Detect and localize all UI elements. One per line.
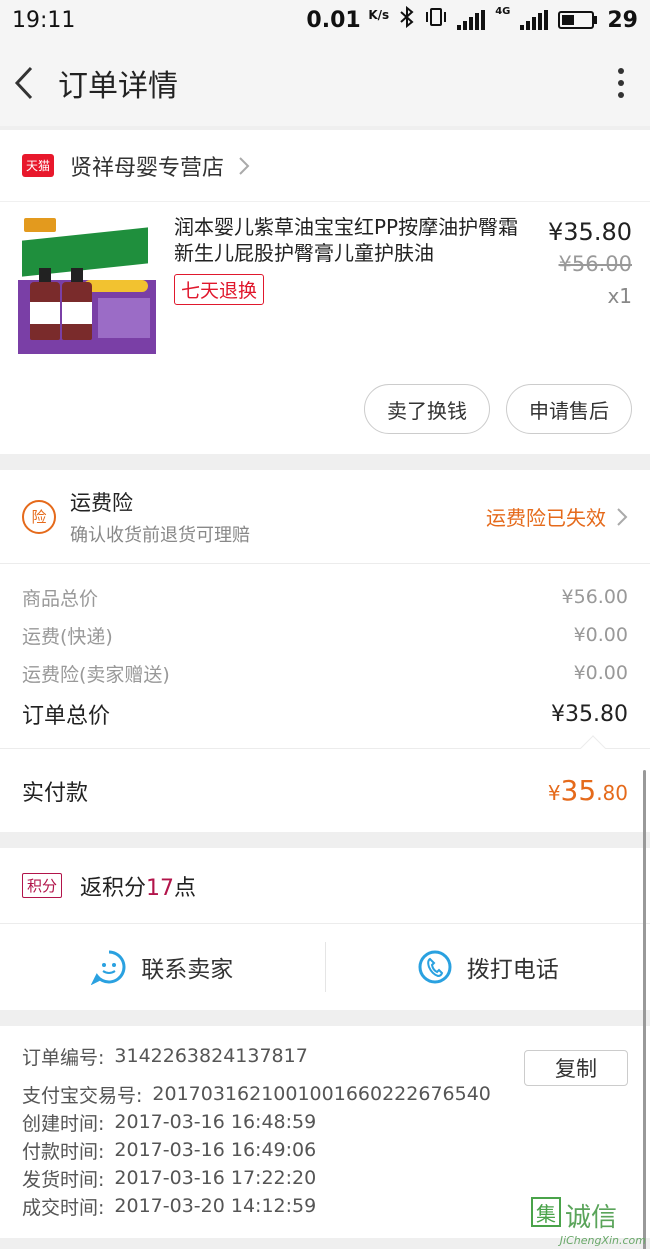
- status-icons: 0.01 K/s 4G 29: [306, 5, 638, 34]
- product-original-price: ¥56.00: [558, 252, 632, 276]
- points-badge: 积分: [22, 873, 63, 898]
- call-phone-label: 拨打电话: [466, 957, 559, 983]
- chevron-right-icon: [239, 156, 250, 175]
- price-card: 险 运费险 确认收货前退货可理赔 运费险已失效 商品总价 ¥56.00 运费(快…: [0, 470, 650, 832]
- watermark-logo: 集诚信 JiChengXin.com: [531, 1197, 646, 1247]
- insurance-subtitle: 确认收货前退货可理赔: [70, 524, 250, 546]
- signal-4g-icon: [520, 10, 549, 30]
- after-sale-button[interactable]: 申请售后: [506, 384, 632, 434]
- insurance-text: 运费险 确认收货前退货可理赔: [70, 487, 486, 547]
- insurance-status: 运费险已失效: [486, 506, 606, 530]
- product-image[interactable]: [18, 214, 156, 354]
- bluetooth-icon: [399, 5, 415, 34]
- paid-time-row: 付款时间: 2017-03-16 16:49:06: [22, 1139, 317, 1163]
- contact-seller-button[interactable]: 联系卖家: [0, 924, 325, 1010]
- product-quantity: x1: [607, 284, 632, 308]
- product-row[interactable]: 润本婴儿紫草油宝宝红PP按摩油护臀霜新生儿屁股护臀膏儿童护肤油 七天退换 ¥35…: [0, 202, 650, 364]
- signal-icon: [457, 10, 486, 30]
- shop-row[interactable]: 天猫 贤祥母婴专营店: [0, 130, 650, 202]
- contact-seller-label: 联系卖家: [141, 957, 234, 983]
- price-summary: 商品总价 ¥56.00 运费(快递) ¥0.00 运费险(卖家赠送) ¥0.00…: [0, 564, 650, 748]
- network-type-label: 4G: [495, 6, 511, 17]
- sell-button[interactable]: 卖了换钱: [364, 384, 490, 434]
- paid-label: 实付款: [22, 780, 89, 806]
- title-bar: 订单详情: [0, 40, 650, 126]
- points-contact-card: 积分 返积分17点 联系卖家 拨打电话: [0, 848, 650, 1010]
- order-item-card: 天猫 贤祥母婴专营店 润本婴儿紫草油宝宝红PP按摩油护臀霜新生儿屁股护臀膏儿童护…: [0, 130, 650, 454]
- order-total-label: 订单总价: [22, 704, 111, 729]
- points-row: 积分 返积分17点: [0, 848, 650, 924]
- order-number: 3142263824137817: [114, 1045, 308, 1067]
- contact-bar: 联系卖家 拨打电话: [0, 924, 650, 1010]
- insurance-title: 运费险: [70, 490, 133, 515]
- status-bar: 19:11 0.01 K/s 4G 29: [0, 0, 650, 40]
- summary-row: 运费险(卖家赠送) ¥0.00: [22, 662, 628, 686]
- copy-order-number-button[interactable]: 复制: [524, 1050, 628, 1086]
- product-price: ¥35.80: [548, 218, 632, 246]
- order-total-value: ¥35.80: [551, 701, 628, 727]
- paid-amount: ¥35.80: [547, 774, 628, 807]
- created-time-row: 创建时间: 2017-03-16 16:48:59: [22, 1111, 317, 1135]
- call-phone-button[interactable]: 拨打电话: [326, 924, 650, 1010]
- product-title: 润本婴儿紫草油宝宝红PP按摩油护臀霜新生儿屁股护臀膏儿童护肤油: [174, 215, 519, 265]
- back-button[interactable]: [14, 63, 44, 103]
- chevron-right-icon: [617, 507, 628, 526]
- order-total-row: 订单总价 ¥35.80: [22, 692, 628, 736]
- watermark-domain: JiChengXin.com: [559, 1234, 646, 1247]
- points-text: 返积分17点: [80, 875, 197, 901]
- battery-icon: [558, 11, 598, 29]
- phone-icon: [418, 950, 452, 984]
- shop-name: 贤祥母婴专营店: [70, 155, 225, 181]
- vibrate-icon: [425, 7, 447, 33]
- network-speed: 0.01 K/s: [306, 7, 390, 33]
- clock: 19:11: [12, 7, 76, 33]
- page-title: 订单详情: [58, 69, 178, 104]
- summary-row: 运费(快递) ¥0.00: [22, 624, 628, 648]
- return-policy-tag: 七天退换: [174, 274, 265, 305]
- paid-amount-row: 实付款 ¥35.80: [0, 735, 650, 832]
- more-menu-button[interactable]: [606, 68, 636, 98]
- tmall-badge: 天猫: [22, 154, 55, 177]
- scrollbar[interactable]: [643, 770, 646, 1249]
- chat-icon: [91, 950, 126, 985]
- shipping-insurance-row[interactable]: 险 运费险 确认收货前退货可理赔 运费险已失效: [0, 470, 650, 564]
- product-info: 润本婴儿紫草油宝宝红PP按摩油护臀霜新生儿屁股护臀膏儿童护肤油 七天退换: [156, 214, 532, 354]
- chevron-left-icon: [14, 66, 33, 100]
- battery-level: 29: [607, 7, 638, 33]
- shipped-time-row: 发货时间: 2017-03-16 17:22:20: [22, 1167, 317, 1191]
- item-actions: 卖了换钱 申请售后: [0, 364, 650, 454]
- insurance-icon: 险: [22, 499, 56, 534]
- product-price-block: ¥35.80 ¥56.00 x1: [532, 214, 632, 354]
- summary-row: 商品总价 ¥56.00: [22, 586, 628, 610]
